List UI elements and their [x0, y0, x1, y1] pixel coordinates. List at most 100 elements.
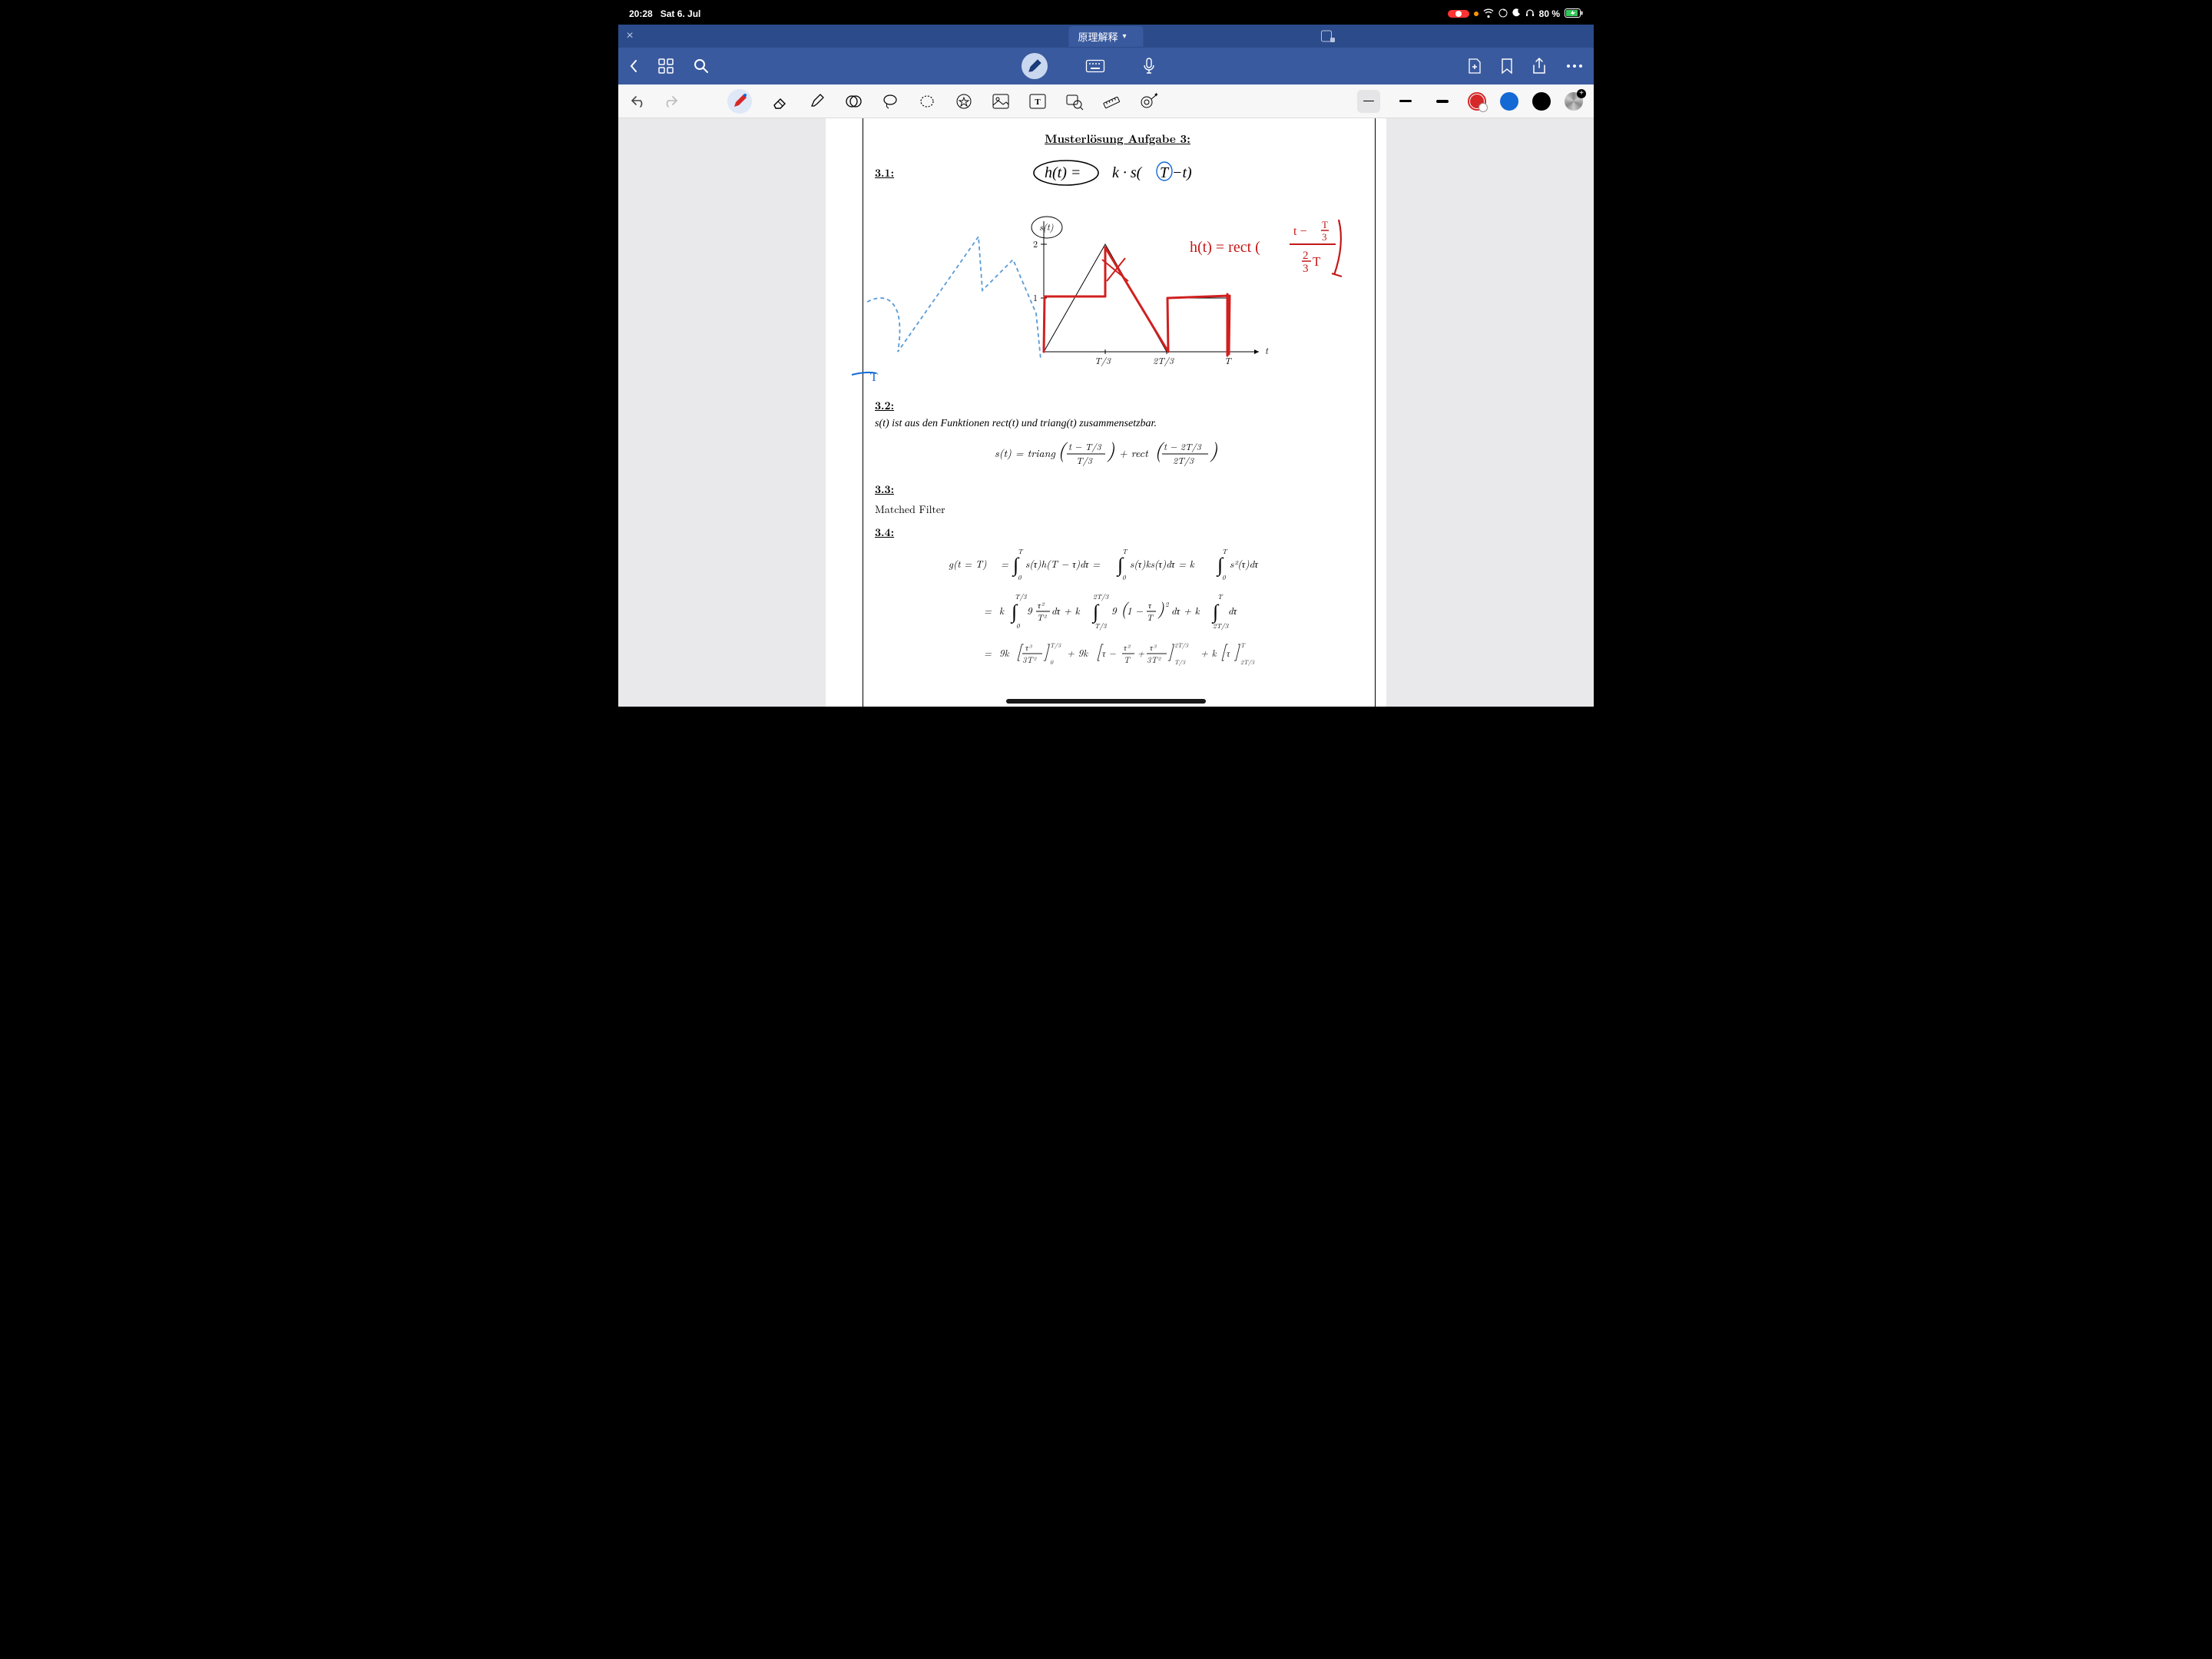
svg-text:s(t) = triang: s(t) = triang [995, 445, 1055, 461]
svg-text:dτ: dτ [1228, 603, 1238, 618]
battery-icon [1565, 8, 1583, 20]
svg-text:): ) [1210, 435, 1218, 463]
svg-text:−t): −t) [1172, 164, 1192, 181]
svg-text:T²: T² [1037, 612, 1048, 624]
redo-button[interactable] [661, 92, 680, 111]
svg-text:T: T [1222, 546, 1228, 556]
ruler-tool[interactable] [1102, 92, 1121, 111]
headphones-icon [1525, 8, 1535, 20]
svg-text:g(t = T): g(t = T) [949, 556, 987, 571]
equation-32: s(t) = triang ( t − T/3 T/3 ) + rect ( t… [875, 436, 1360, 474]
active-tab[interactable]: 原理解释 ▾ [1068, 26, 1143, 47]
svg-text:τ²: τ² [1124, 642, 1131, 654]
svg-text:s²(τ)dτ: s²(τ)dτ [1230, 556, 1259, 571]
search-button[interactable] [694, 58, 709, 74]
text-tool[interactable]: T [1028, 92, 1047, 111]
svg-text:τ³: τ³ [1150, 642, 1157, 654]
svg-text:t − 2T/3: t − 2T/3 [1164, 440, 1202, 453]
add-page-button[interactable] [1468, 58, 1482, 74]
svg-text:9: 9 [1027, 603, 1033, 618]
section-34: 3.4: [875, 525, 1360, 540]
color-black[interactable] [1532, 92, 1551, 111]
eraser-tool[interactable] [770, 92, 789, 111]
favorites-tool[interactable] [955, 92, 973, 111]
svg-text:T/3: T/3 [1094, 621, 1108, 631]
stroke-width-medium[interactable] [1394, 90, 1417, 113]
svg-text:+ 9k: + 9k [1067, 645, 1088, 660]
text-33: Matched Filter [875, 502, 1360, 517]
plot-s-of-t: t s(t) 1 2 T/3 [875, 198, 1360, 382]
svg-text:2T/3: 2T/3 [1213, 621, 1230, 631]
svg-text:s(t): s(t) [1039, 220, 1054, 233]
shape-tool[interactable] [844, 92, 863, 111]
svg-text:2T/3: 2T/3 [1174, 641, 1189, 650]
svg-text:τ²: τ² [1038, 600, 1045, 611]
svg-text:3T²: 3T² [1022, 654, 1037, 666]
screen-recording-indicator[interactable] [1448, 10, 1469, 18]
undo-button[interactable] [629, 92, 647, 111]
svg-text:+ k: + k [1200, 645, 1217, 660]
bookmark-button[interactable] [1502, 58, 1512, 74]
svg-text:T/3: T/3 [1076, 454, 1093, 467]
highlighter-tool[interactable] [807, 92, 826, 111]
svg-text:=: = [984, 603, 992, 618]
image-tool[interactable] [992, 92, 1010, 111]
svg-text:2: 2 [1165, 599, 1169, 609]
color-red[interactable] [1468, 92, 1486, 111]
svg-text:τ³: τ³ [1025, 642, 1033, 654]
svg-text:s(τ)ks(τ)dτ = k: s(τ)ks(τ)dτ = k [1130, 556, 1195, 571]
svg-text:T: T [1018, 546, 1024, 556]
do-not-disturb-icon [1512, 8, 1521, 19]
chevron-down-icon: ▾ [1122, 32, 1126, 41]
svg-text:T/3: T/3 [1050, 641, 1061, 650]
svg-text:h(t) = rect (: h(t) = rect ( [1190, 239, 1260, 256]
more-button[interactable] [1566, 64, 1583, 68]
color-blue[interactable] [1500, 92, 1518, 111]
svg-text:]: ] [1233, 638, 1240, 662]
page-scroll-indicator[interactable] [1006, 699, 1206, 704]
color-picker-button[interactable] [1565, 92, 1583, 111]
svg-text:]: ] [1167, 638, 1174, 662]
back-button[interactable] [629, 59, 638, 73]
wifi-icon [1483, 8, 1494, 19]
status-time: 20:28 [629, 8, 653, 19]
svg-text:τ −: τ − [1102, 647, 1117, 660]
letterbox-top: 20:28 Sat 6. Jul 80 % [618, 0, 1594, 25]
svg-text:9k: 9k [999, 645, 1010, 660]
zoom-tool[interactable] [1065, 92, 1084, 111]
microphone-button[interactable] [1143, 58, 1155, 75]
stroke-width-thin[interactable] [1357, 90, 1380, 113]
lasso-tool[interactable] [881, 92, 899, 111]
svg-text:3: 3 [1322, 231, 1327, 243]
share-button[interactable] [1532, 58, 1546, 75]
keyboard-button[interactable] [1086, 60, 1104, 72]
svg-text:T: T [1160, 164, 1170, 181]
svg-text:T: T [1122, 546, 1128, 556]
grid-view-button[interactable] [658, 58, 674, 74]
reader-layout-icon[interactable] [1321, 30, 1335, 42]
svg-text:0: 0 [1050, 658, 1054, 667]
document-canvas[interactable]: Musterlösung Aufgabe 3: 3.1: h(t) = k · … [618, 118, 1594, 707]
section-31: 3.1: [875, 165, 894, 180]
stroke-width-thick[interactable] [1431, 90, 1454, 113]
svg-text:T: T [870, 371, 878, 384]
equation-34b: = k T/3 ∫ 0 9 τ² T² dτ + k 2T/3 ∫ [875, 590, 1360, 635]
pen-tool[interactable] [727, 89, 752, 114]
svg-text:τ: τ [1148, 600, 1152, 611]
svg-text:T: T [1124, 654, 1131, 666]
svg-text:T: T [1147, 612, 1154, 624]
svg-text:t −: t − [1293, 225, 1306, 238]
svg-text:0: 0 [1016, 621, 1020, 631]
page-frame-right [1375, 118, 1376, 707]
status-bar: 20:28 Sat 6. Jul 80 % [618, 5, 1594, 23]
close-tab-button[interactable]: × [618, 29, 641, 43]
battery-text: 80 % [1539, 8, 1560, 19]
handwriting-equation-top: h(t) = k · s( T −t) [909, 157, 1360, 192]
dashed-lasso-tool[interactable] [918, 92, 936, 111]
page-title: Musterlösung Aufgabe 3: [875, 131, 1360, 147]
pen-mode-button[interactable] [1022, 53, 1048, 79]
svg-text:τ: τ [1227, 647, 1230, 660]
svg-text:2T/3: 2T/3 [1173, 454, 1194, 467]
tape-tool[interactable]: ✦ [1139, 92, 1157, 111]
svg-text:=: = [1001, 556, 1009, 571]
